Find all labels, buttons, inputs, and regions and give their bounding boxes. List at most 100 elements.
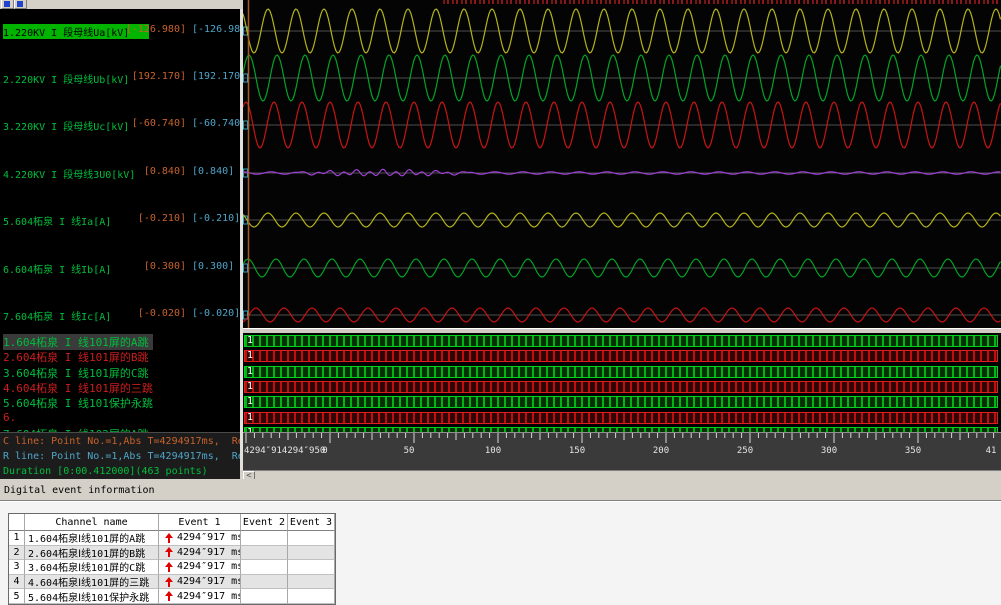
arrow-stem bbox=[168, 595, 170, 601]
r-line-status: R line: Point No.=1,Abs T=4294917ms, Rel… bbox=[3, 451, 240, 464]
arrow-stem bbox=[168, 566, 170, 572]
channel-value-primary: [192.170] bbox=[118, 71, 186, 82]
digital-channel-row[interactable]: 3.604柘泉 I 线101屏的C跳 bbox=[0, 365, 240, 379]
table-header-row: Channel nameEvent 1Event 2Event 3 bbox=[9, 514, 335, 531]
digital-trace-panel: 1111111 bbox=[243, 333, 1001, 432]
channel-value-secondary: [0.300] bbox=[192, 261, 234, 272]
blue-glyph-icon bbox=[17, 1, 23, 7]
analog-channel-row[interactable]: 1.220KV I 段母线Ua[kV][-126.980][-126.980] bbox=[0, 24, 240, 37]
report-title: Digital event information bbox=[4, 485, 155, 496]
channel-value-secondary: [-0.210] bbox=[192, 213, 240, 224]
axis-tick-label: 150 bbox=[555, 446, 599, 456]
waveform-analysis-app: 1.220KV I 段母线Ua[kV][-126.980][-126.980] 2… bbox=[0, 0, 1001, 605]
analog-channel-row[interactable]: 5.604柘泉 I 线Ia[A][-0.210][-0.210] bbox=[0, 213, 240, 226]
channel-name-cell: 5.604柘泉Ⅰ线101保护永跳 bbox=[25, 589, 159, 604]
blue-glyph-icon bbox=[4, 1, 10, 7]
channel-value-secondary: [-60.740] bbox=[192, 118, 240, 129]
toolbar bbox=[0, 0, 243, 9]
c-line-status: C line: Point No.=1,Abs T=4294917ms, Rel… bbox=[3, 436, 240, 449]
rising-edge-icon bbox=[165, 562, 173, 572]
digital-state-label: 1 bbox=[247, 335, 253, 347]
digital-channel-name: 2.604柘泉 I 线101屏的B跳 bbox=[3, 349, 148, 365]
channel-value-primary: [-0.020] bbox=[118, 308, 186, 319]
digital-trace-bar: 1 bbox=[244, 335, 998, 347]
analog-channel-name: 2.220KV I 段母线Ub[kV] bbox=[3, 71, 129, 86]
table-header-cell: Event 1 bbox=[159, 514, 241, 531]
analog-channel-row[interactable]: 6.604柘泉 I 线Ib[A] [0.300] [0.300] bbox=[0, 261, 240, 274]
table-row: 22.604柘泉Ⅰ线101屏的B跳4294″917 ms bbox=[9, 546, 335, 561]
analog-channel-name: 7.604柘泉 I 线Ic[A] bbox=[3, 308, 111, 323]
channel-value-secondary: [-0.020] bbox=[192, 308, 240, 319]
event1-cell: 4294″917 ms bbox=[159, 531, 241, 546]
event-time: 4294″917 ms bbox=[177, 561, 241, 572]
channel-value-primary: [-0.210] bbox=[118, 213, 186, 224]
toolbar-button-2[interactable] bbox=[14, 0, 27, 9]
digital-channel-row[interactable]: 6. bbox=[0, 411, 240, 425]
time-axis: 4294″914294″950 05010015020025030035041 bbox=[243, 432, 1001, 471]
analog-channel-row[interactable]: 2.220KV I 段母线Ub[kV][192.170][192.170] bbox=[0, 71, 240, 84]
channel-list-panel: 1.220KV I 段母线Ua[kV][-126.980][-126.980] 2… bbox=[0, 9, 240, 432]
event3-cell bbox=[288, 531, 335, 546]
table-header-cell: Event 2 bbox=[241, 514, 288, 531]
rising-edge-icon bbox=[165, 577, 173, 587]
event-time: 4294″917 ms bbox=[177, 591, 241, 602]
digital-trace-bar: 1 bbox=[244, 381, 998, 393]
channel-value-primary: [-126.980] bbox=[118, 24, 186, 35]
digital-state-label: 1 bbox=[247, 381, 253, 393]
rising-edge-icon bbox=[165, 533, 173, 543]
event2-cell bbox=[241, 575, 288, 590]
event2-cell bbox=[241, 560, 288, 575]
table-row: 55.604柘泉Ⅰ线101保护永跳4294″917 ms bbox=[9, 589, 335, 604]
table-row: 44.604柘泉Ⅰ线101屏的三跳4294″917 ms bbox=[9, 575, 335, 590]
channel-name-cell: 4.604柘泉Ⅰ线101屏的三跳 bbox=[25, 575, 159, 590]
digital-channel-name: 3.604柘泉 I 线101屏的C跳 bbox=[3, 365, 148, 381]
axis-tick-label: 50 bbox=[387, 446, 431, 456]
rising-edge-icon bbox=[165, 591, 173, 601]
digital-trace-bar: 1 bbox=[244, 350, 998, 362]
channel-value-secondary: [0.840] bbox=[192, 166, 234, 177]
digital-channel-name: 4.604柘泉 I 线101屏的三跳 bbox=[3, 380, 153, 396]
table-header-cell bbox=[9, 514, 25, 531]
analog-channel-row[interactable]: 3.220KV I 段母线Uc[kV][-60.740][-60.740] bbox=[0, 118, 240, 131]
event-time: 4294″917 ms bbox=[177, 547, 241, 558]
axis-tick-label: 0 bbox=[303, 446, 347, 456]
event2-cell bbox=[241, 589, 288, 604]
channel-name-cell: 2.604柘泉Ⅰ线101屏的B跳 bbox=[25, 546, 159, 561]
digital-trace-bar: 1 bbox=[244, 366, 998, 378]
digital-trace-bar: 1 bbox=[244, 412, 998, 424]
analog-channel-row[interactable]: 7.604柘泉 I 线Ic[A] [-0.020] [-0.020] bbox=[0, 308, 240, 321]
digital-event-table: Channel nameEvent 1Event 2Event 311.604柘… bbox=[8, 513, 336, 605]
row-number-cell: 1 bbox=[9, 531, 25, 546]
event3-cell bbox=[288, 560, 335, 575]
digital-state-label: 1 bbox=[247, 396, 253, 408]
event2-cell bbox=[241, 546, 288, 561]
toolbar-button-1[interactable] bbox=[1, 0, 14, 9]
channel-name-cell: 3.604柘泉Ⅰ线101屏的C跳 bbox=[25, 560, 159, 575]
arrow-stem bbox=[168, 581, 170, 587]
digital-channel-name: 5.604柘泉 I 线101保护永跳 bbox=[3, 395, 153, 411]
digital-channel-row[interactable]: 2.604柘泉 I 线101屏的B跳 bbox=[0, 349, 240, 363]
digital-channel-row[interactable]: 4.604柘泉 I 线101屏的三跳 bbox=[0, 380, 240, 394]
event-time: 4294″917 ms bbox=[177, 576, 241, 587]
arrow-stem bbox=[168, 537, 170, 543]
analog-channel-name: 6.604柘泉 I 线Ib[A] bbox=[3, 261, 111, 276]
table-row: 33.604柘泉Ⅰ线101屏的C跳 4294″917 ms bbox=[9, 560, 335, 575]
event1-cell: 4294″917 ms bbox=[159, 546, 241, 561]
digital-channel-row[interactable]: 5.604柘泉 I 线101保护永跳 bbox=[0, 395, 240, 409]
event1-cell: 4294″917 ms bbox=[159, 575, 241, 590]
digital-trace-bar: 1 bbox=[244, 396, 998, 408]
rising-edge-icon bbox=[165, 547, 173, 557]
table-header-cell: Channel name bbox=[25, 514, 159, 531]
channel-value-primary: [0.300] bbox=[118, 261, 186, 272]
digital-channel-row[interactable]: 1.604柘泉 I 线101屏的A跳 bbox=[0, 334, 240, 348]
table-header-cell: Event 3 bbox=[288, 514, 335, 531]
digital-channel-name: 1.604柘泉 I 线101屏的A跳 bbox=[3, 334, 153, 350]
analog-channel-row[interactable]: 4.220KV I 段母线3U0[kV][0.840][0.840] bbox=[0, 166, 240, 179]
row-number-cell: 3 bbox=[9, 560, 25, 575]
analog-channel-name: 4.220KV I 段母线3U0[kV] bbox=[3, 166, 135, 181]
axis-tick-label: 41 bbox=[969, 446, 1001, 456]
analog-channel-name: 3.220KV I 段母线Uc[kV] bbox=[3, 118, 129, 133]
axis-tick-label: 350 bbox=[891, 446, 935, 456]
axis-tick-label: 200 bbox=[639, 446, 683, 456]
event3-cell bbox=[288, 575, 335, 590]
